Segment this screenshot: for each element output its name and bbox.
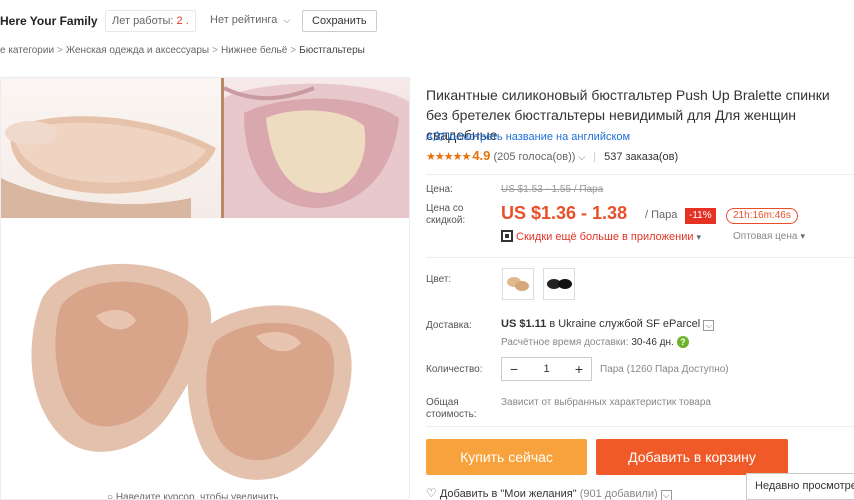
old-price: US $1.53 - 1.55 / Пара: [501, 184, 604, 195]
quantity-decrease-button[interactable]: −: [502, 358, 526, 380]
add-to-cart-button[interactable]: Добавить в корзину: [596, 439, 788, 475]
delivery-option[interactable]: US $1.11 в Ukraine службой SF eParcel ⌵: [501, 318, 715, 331]
store-years-label: Лет работы:: [112, 15, 177, 27]
countdown-timer: 21h:16m:46s: [726, 208, 798, 224]
divider: |: [593, 151, 597, 163]
add-to-wishlist-link[interactable]: ♡ Добавить в "Мои желания" (901 добавили…: [426, 486, 672, 500]
chevron-down-icon: ⌵: [283, 15, 291, 25]
price-unit: / Пара: [645, 209, 678, 221]
caret-down-icon: ▾: [800, 231, 805, 241]
wholesale-price-dropdown[interactable]: Оптовая цена ▾: [733, 231, 805, 242]
divider: [426, 257, 854, 258]
breadcrumb-item-underwear[interactable]: Нижнее бельё: [221, 45, 287, 56]
breadcrumb-separator: >: [290, 45, 297, 56]
delivery-time: Расчётное время доставки: 30-46 дн.?: [501, 336, 689, 348]
translate-title-link[interactable]: A文Посмотреть название на английском: [426, 128, 630, 143]
breadcrumb-item-womens-clothing[interactable]: Женская одежда и аксессуары: [66, 45, 209, 56]
delivery-price: US $1.11: [501, 318, 547, 330]
translate-icon: A文: [426, 132, 443, 143]
breadcrumb-item-categories[interactable]: е категории: [0, 45, 54, 56]
color-swatch-black[interactable]: [543, 268, 575, 300]
wishlist-count: (901 добавили): [579, 488, 658, 500]
rating-value: 4.9: [472, 148, 491, 163]
wishlist-label: Добавить в "Мои желания": [439, 488, 577, 500]
discount-price-label: Цена со скидкой:: [426, 203, 466, 226]
store-rating-dropdown[interactable]: Нет рейтинга ⌵: [206, 10, 295, 32]
discount-badge: -11%: [685, 208, 716, 224]
caret-down-icon: ▾: [696, 232, 702, 242]
recently-viewed-tab[interactable]: Недавно просмотре: [746, 473, 854, 500]
zoom-hint-label: Наведите курсор, чтобы увеличить: [115, 492, 279, 500]
delivery-time-label: Расчётное время доставки:: [501, 337, 632, 348]
delivery-time-value: 30-46 дн.: [631, 337, 674, 348]
app-discount-label: Скидки ещё больше в приложении: [516, 231, 694, 243]
chevron-down-icon[interactable]: ⌵: [703, 320, 715, 331]
price-label: Цена:: [426, 184, 453, 195]
zoom-icon: ○: [107, 492, 116, 500]
chevron-down-icon[interactable]: ⌵: [660, 490, 672, 500]
orders-count: 537 заказа(ов): [604, 151, 679, 163]
breadcrumb-separator: >: [212, 45, 218, 56]
breadcrumb: е категории > Женская одежда и аксессуары >…: [0, 45, 365, 56]
rating-stars: ★★★★★: [426, 151, 471, 163]
delivery-service: в Ukraine службой SF eParcel: [546, 318, 701, 330]
delivery-label: Доставка:: [426, 320, 472, 331]
chevron-down-icon: ⌵: [578, 152, 586, 162]
translate-label: Посмотреть название на английском: [442, 131, 631, 143]
product-image-bra-insert: [223, 78, 409, 218]
wholesale-label: Оптовая цена: [733, 231, 798, 242]
divider: [426, 174, 854, 175]
quantity-stepper: − 1 +: [501, 357, 592, 381]
quantity-input[interactable]: 1: [526, 358, 567, 380]
save-store-button[interactable]: Сохранить: [302, 10, 377, 32]
product-image-pad-side: [1, 78, 221, 218]
store-years-value: 2 .: [176, 15, 189, 27]
rating-row: ★★★★★ 4.9 (205 голоса(ов)) ⌵ | 537 заказа(ов…: [426, 148, 678, 163]
current-price: US $1.36 - 1.38: [501, 203, 628, 223]
rating-votes-dropdown[interactable]: (205 голоса(ов)) ⌵: [493, 151, 585, 163]
breadcrumb-separator: >: [57, 45, 63, 56]
total-note: Зависит от выбранных характеристик товар…: [501, 397, 711, 408]
store-years-badge: Лет работы: 2 .: [105, 10, 196, 32]
quantity-available: Пара (1260 Пара Доступно): [600, 364, 729, 375]
store-rating-label: Нет рейтинга: [210, 14, 278, 26]
store-bar: Here Your Family Лет работы: 2 . Нет рей…: [0, 0, 854, 40]
rating-votes: (205 голоса(ов)): [493, 151, 576, 163]
color-swatch-nude[interactable]: [502, 268, 534, 300]
breadcrumb-item-bras[interactable]: Бюстгальтеры: [299, 45, 365, 56]
heart-icon: ♡: [426, 486, 437, 500]
product-image-main: [1, 221, 409, 499]
app-discount-link[interactable]: Скидки ещё больше в приложении ▾: [501, 230, 701, 243]
divider: [426, 426, 854, 427]
qr-code-icon: [501, 230, 513, 242]
quantity-label: Количество:: [426, 364, 483, 375]
product-image-panel[interactable]: ○ Наведите курсор, чтобы увеличить: [0, 77, 410, 500]
color-label: Цвет:: [426, 274, 452, 285]
help-icon[interactable]: ?: [676, 336, 689, 348]
store-name[interactable]: Here Your Family: [0, 14, 98, 28]
buy-now-button[interactable]: Купить сейчас: [426, 439, 587, 475]
quantity-increase-button[interactable]: +: [567, 358, 591, 380]
total-label: Общая стоимость:: [426, 397, 477, 420]
zoom-hint: ○ Наведите курсор, чтобы увеличить: [107, 492, 279, 500]
